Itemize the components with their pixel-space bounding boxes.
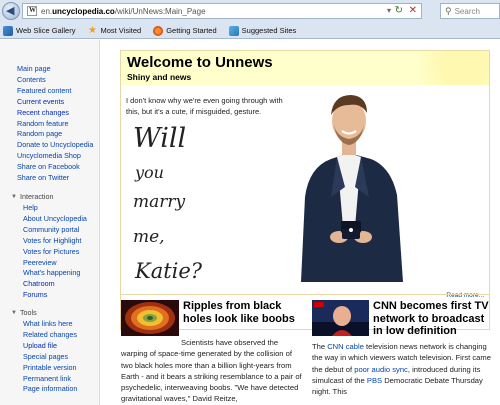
favorites-bar: Web Slice Gallery ★ Most Visited Getting … xyxy=(0,22,500,39)
browser-chrome: ◀ en.uncyclopedia.co/wiki/UnNews:Main_Pa… xyxy=(0,0,500,39)
section-divider xyxy=(120,294,490,295)
sidebar-item-donate[interactable]: Donate to Uncyclopedia xyxy=(17,140,93,151)
sidebar-item-recent-changes[interactable]: Recent changes xyxy=(17,108,93,119)
star-icon: ★ xyxy=(87,24,97,36)
welcome-header: Welcome to Unnews Shiny and news xyxy=(121,51,489,85)
collapse-triangle-icon: ▼ xyxy=(11,193,17,200)
news-body-cnn: The CNN cable television news network is… xyxy=(312,341,498,397)
script-word: marry xyxy=(133,192,186,212)
fav-suggested-sites[interactable]: Suggested Sites xyxy=(228,25,297,36)
sidebar-item-random-page[interactable]: Random page xyxy=(17,129,93,140)
sidebar-main-nav: Main page Contents Featured content Curr… xyxy=(17,64,93,184)
sidebar-item-votes-pictures[interactable]: Votes for Pictures xyxy=(23,247,87,258)
sidebar-item-peereview[interactable]: Peereview xyxy=(23,258,87,269)
fav-label: Web Slice Gallery xyxy=(16,26,76,35)
sidebar-item-page-information[interactable]: Page information xyxy=(23,384,77,395)
sidebar-item-community-portal[interactable]: Community portal xyxy=(23,225,87,236)
sidebar-item-help[interactable]: Help xyxy=(23,203,87,214)
url-text: en.uncyclopedia.co/wiki/UnNews:Main_Page xyxy=(41,6,206,16)
sidebar-item-upload-file[interactable]: Upload file xyxy=(23,341,77,352)
back-button[interactable]: ◀ xyxy=(2,2,20,20)
sidebar-item-related-changes[interactable]: Related changes xyxy=(23,330,77,341)
search-icon: ⚲ xyxy=(445,5,452,16)
sidebar-item-printable-version[interactable]: Printable version xyxy=(23,363,77,374)
page-title: Welcome to Unnews xyxy=(127,54,273,71)
news-text: The xyxy=(312,342,328,351)
sidebar: Main page Contents Featured content Curr… xyxy=(0,40,100,405)
fav-label: Suggested Sites xyxy=(241,26,297,35)
black-hole-thumbnail xyxy=(121,300,179,336)
fav-label: Most Visited xyxy=(100,26,142,35)
sidebar-item-special-pages[interactable]: Special pages xyxy=(23,352,77,363)
sidebar-section-interaction[interactable]: ▼ Interaction xyxy=(11,192,54,201)
sidebar-item-share-facebook[interactable]: Share on Facebook xyxy=(17,162,93,173)
script-word: Will xyxy=(133,123,187,154)
script-word: you xyxy=(135,163,164,182)
section-title: Interaction xyxy=(19,192,54,201)
sidebar-section-tools[interactable]: ▼ Tools xyxy=(11,308,37,317)
fav-label: Getting Started xyxy=(166,26,217,35)
web-slice-icon xyxy=(3,25,13,36)
poor-audio-sync-link[interactable]: poor audio sync xyxy=(354,365,408,374)
reload-icon[interactable]: ↻ xyxy=(395,5,403,16)
sidebar-item-shop[interactable]: Uncyclomedia Shop xyxy=(17,151,93,162)
news-title-black-holes[interactable]: Ripples from black holes look like boobs xyxy=(183,300,303,325)
back-arrow-icon: ◀ xyxy=(6,5,15,17)
cnn-cable-link[interactable]: CNN cable xyxy=(327,342,364,351)
firefox-icon xyxy=(153,25,164,36)
news-title-cnn[interactable]: CNN becomes first TV network to broadcas… xyxy=(373,300,497,338)
section-title: Tools xyxy=(19,308,37,317)
proposal-photo xyxy=(301,95,403,282)
fav-most-visited[interactable]: ★ Most Visited xyxy=(87,24,142,36)
sidebar-item-permanent-link[interactable]: Permanent link xyxy=(23,374,77,385)
sidebar-item-random-feature[interactable]: Random feature xyxy=(17,119,93,130)
script-word: Katie? xyxy=(135,259,203,283)
welcome-panel: Welcome to Unnews Shiny and news I don't… xyxy=(120,50,490,330)
welcome-intro-text: I don't know why we're even going throug… xyxy=(126,96,283,116)
fav-web-slice-gallery[interactable]: Web Slice Gallery xyxy=(3,25,76,36)
site-favicon-icon xyxy=(27,6,37,16)
main-content: Welcome to Unnews Shiny and news I don't… xyxy=(101,40,500,405)
url-dropdown-icon[interactable]: ▾ xyxy=(387,6,391,15)
address-bar[interactable]: en.uncyclopedia.co/wiki/UnNews:Main_Page… xyxy=(22,3,422,19)
sidebar-interaction-list: Help About Uncyclopedia Community portal… xyxy=(23,203,87,301)
sidebar-item-contents[interactable]: Contents xyxy=(17,75,93,86)
sidebar-item-chatroom[interactable]: Chatroom xyxy=(23,279,87,290)
browser-search-input[interactable]: ⚲ Search xyxy=(440,3,500,19)
sidebar-item-main-page[interactable]: Main page xyxy=(17,64,93,75)
sidebar-item-votes-highlight[interactable]: Votes for Highlight xyxy=(23,236,87,247)
pbs-link[interactable]: PBS xyxy=(367,376,382,385)
stop-icon[interactable]: ✕ xyxy=(409,5,417,16)
sidebar-item-what-links-here[interactable]: What links here xyxy=(23,319,77,330)
sidebar-item-forums[interactable]: Forums xyxy=(23,290,87,301)
collapse-triangle-icon: ▼ xyxy=(11,309,17,316)
sidebar-item-about[interactable]: About Uncyclopedia xyxy=(23,214,87,225)
sidebar-tools-list: What links here Related changes Upload f… xyxy=(23,319,77,395)
news-body-black-holes: Scientists have observed the warping of … xyxy=(121,338,302,404)
cnn-thumbnail xyxy=(312,300,369,336)
sidebar-item-featured-content[interactable]: Featured content xyxy=(17,86,93,97)
script-word: me, xyxy=(133,227,165,247)
search-placeholder: Search xyxy=(454,6,480,16)
sidebar-item-current-events[interactable]: Current events xyxy=(17,97,93,108)
fav-getting-started[interactable]: Getting Started xyxy=(153,25,217,36)
page-subtitle: Shiny and news xyxy=(127,72,192,82)
sidebar-item-whats-happening[interactable]: What's happening xyxy=(23,268,87,279)
suggested-sites-icon xyxy=(228,25,239,36)
sidebar-item-share-twitter[interactable]: Share on Twitter xyxy=(17,173,93,184)
